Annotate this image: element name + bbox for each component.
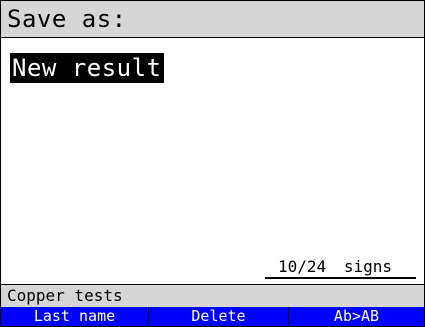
delete-button[interactable]: Delete [149,307,289,326]
filename-input[interactable]: New result [10,53,164,83]
last-name-button[interactable]: Last name [1,307,149,326]
counter-underline [265,277,416,279]
softkey-bar: Last name Delete Ab>AB [1,307,424,326]
character-count-unit: signs [343,257,392,276]
case-toggle-button[interactable]: Ab>AB [289,307,424,326]
device-screen: Save as: New result 10/24 signs Copper t… [0,0,425,327]
dialog-title: Save as: [7,5,127,33]
character-counter: 10/24 signs [278,257,392,277]
title-bar: Save as: [1,1,424,38]
status-bar: Copper tests [1,284,424,307]
character-count: 10/24 [278,257,327,276]
status-text: Copper tests [7,286,123,305]
